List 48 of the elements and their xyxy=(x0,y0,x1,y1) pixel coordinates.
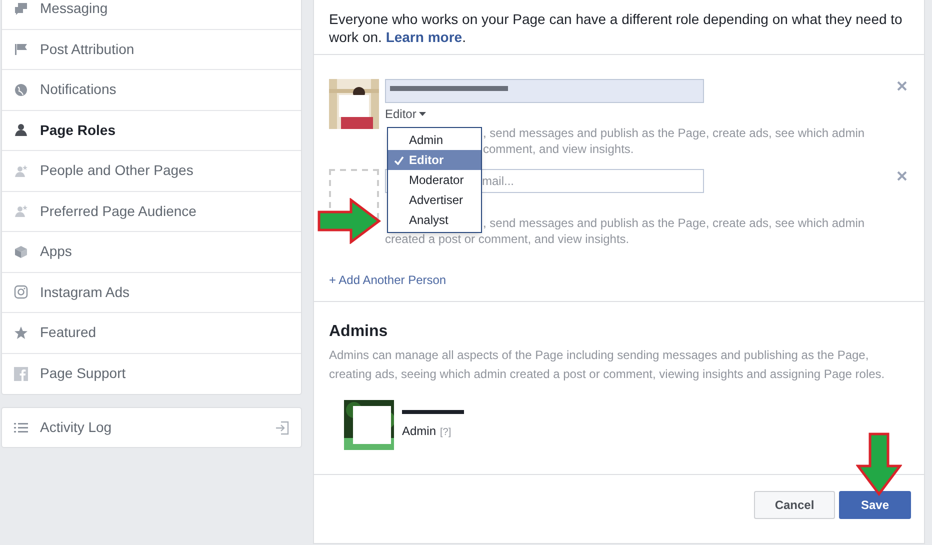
role-menu-item[interactable]: Advertiser xyxy=(388,190,481,210)
role-description: , send messages and publish as the Page, create ads, see which admin xyxy=(483,125,865,141)
intro-text: Everyone who works on your Page can have a different role depending on what they need to work on. Learn more. xyxy=(329,10,904,46)
cube-icon xyxy=(14,244,28,259)
sidebar-item[interactable]: Apps xyxy=(2,232,301,272)
admins-heading: Admins xyxy=(329,322,389,342)
sidebar-item[interactable]: Page Roles xyxy=(2,110,301,151)
role-dropdown[interactable]: Editor xyxy=(385,105,426,123)
person-star-icon xyxy=(14,164,28,178)
role-description: , send messages and publish as the Page, create ads, see which admin xyxy=(483,215,865,231)
help-link[interactable]: [?] xyxy=(440,425,452,440)
person-star-icon xyxy=(14,204,28,218)
sidebar-item[interactable]: Featured xyxy=(2,313,301,354)
speech-bubbles-icon xyxy=(14,2,28,16)
role-menu-item[interactable]: Analyst xyxy=(388,210,481,230)
activity-log-item[interactable]: Activity Log xyxy=(1,407,302,448)
add-person-link[interactable]: + Add Another Person xyxy=(329,271,909,289)
sidebar-item[interactable]: Page Support xyxy=(2,354,301,394)
sidebar-item[interactable]: Post Attribution xyxy=(2,30,301,70)
admin-role: Admin xyxy=(402,423,436,440)
sidebar-item[interactable]: Messaging xyxy=(2,0,301,30)
admins-description: Admins can manage all aspects of the Page including sending messages and publishing as the Page, creating ads, seeing which admin created a post or comment, viewing insights and assigning Page roles. xyxy=(329,347,886,383)
star-icon xyxy=(14,326,28,340)
role-menu-item[interactable]: Moderator xyxy=(388,170,481,190)
role-description: comment, and view insights. xyxy=(483,141,634,157)
pointing-arrow xyxy=(317,198,381,244)
role-menu-item[interactable]: Admin xyxy=(388,130,481,150)
sidebar-item[interactable]: People and Other Pages xyxy=(2,151,301,192)
save-button[interactable]: Save xyxy=(839,491,911,519)
role-description: created a post or comment, and view insights. xyxy=(385,231,630,247)
learn-more-link[interactable]: Learn more xyxy=(386,29,462,45)
cancel-button[interactable]: Cancel xyxy=(754,491,835,519)
facebook-icon xyxy=(14,366,28,381)
close-icon[interactable] xyxy=(897,171,907,181)
caret-icon xyxy=(419,112,426,116)
person-icon xyxy=(14,123,28,138)
flag-icon xyxy=(14,42,28,56)
pointing-arrow xyxy=(856,432,902,496)
list-icon xyxy=(14,420,28,434)
name-field[interactable] xyxy=(385,79,704,103)
checkmark-icon xyxy=(394,156,404,164)
sidebar-item[interactable]: Preferred Page Audience xyxy=(2,192,301,232)
camera-outline-icon xyxy=(14,285,28,300)
sign-in-icon xyxy=(275,420,289,434)
sidebar-item[interactable]: Notifications xyxy=(2,70,301,110)
close-icon[interactable] xyxy=(897,81,907,91)
role-menu-item[interactable]: Editor xyxy=(388,150,481,170)
sidebar-item[interactable]: Instagram Ads xyxy=(2,272,301,313)
